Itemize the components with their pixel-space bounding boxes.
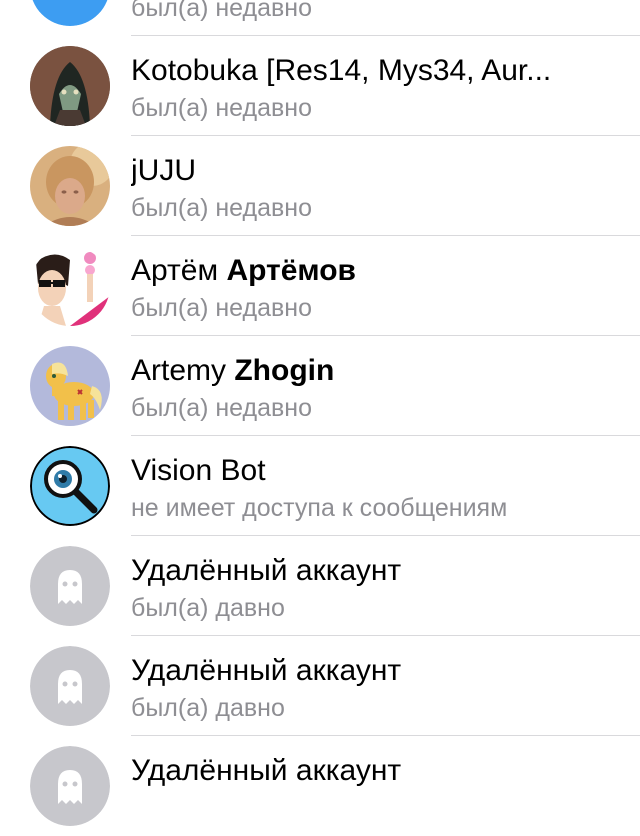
contact-status: был(а) недавно <box>131 0 313 22</box>
contact-row[interactable]: Artemy Zhogin был(а) недавно <box>0 336 640 436</box>
contact-name: Удалённый аккаунт <box>131 554 402 587</box>
pony-avatar <box>30 346 110 426</box>
contact-status: был(а) недавно <box>131 94 313 122</box>
contact-row[interactable]: Удалённый аккаунт <box>0 736 640 836</box>
contact-row[interactable]: Удалённый аккаунт был(а) давно <box>0 536 640 636</box>
contact-row[interactable]: был(а) недавно <box>0 0 640 36</box>
contact-row[interactable]: Vision Bot не имеет доступа к сообщениям <box>0 436 640 536</box>
contacts-list: был(а) недавно Kotobuka [Res14, Mys34, A… <box>0 0 640 836</box>
hooded-character-avatar <box>30 46 110 126</box>
contact-status: был(а) недавно <box>131 394 313 422</box>
contact-name: Vision Bot <box>131 454 266 487</box>
anime-character-avatar <box>30 246 110 326</box>
contact-status: был(а) недавно <box>131 194 313 222</box>
contact-status: был(а) давно <box>131 694 285 722</box>
ghost-icon <box>30 546 110 626</box>
contact-name: Artemy Zhogin <box>131 354 335 387</box>
blurred-girl-photo-avatar <box>30 146 110 226</box>
contact-row[interactable]: Удалённый аккаунт был(а) давно <box>0 636 640 736</box>
ghost-icon <box>30 746 110 826</box>
contact-status: был(а) давно <box>131 594 285 622</box>
contact-row[interactable]: Kotobuka [Res14, Mys34, Aur... был(а) не… <box>0 36 640 136</box>
contact-row[interactable]: Артём Артёмов был(а) недавно <box>0 236 640 336</box>
contact-name: Удалённый аккаунт <box>131 654 402 687</box>
contact-name: jUJU <box>131 154 196 187</box>
ghost-icon <box>30 646 110 726</box>
contact-row[interactable]: jUJU был(а) недавно <box>0 136 640 236</box>
contact-name: Kotobuka [Res14, Mys34, Aur... <box>131 54 552 87</box>
magnifier-eye-icon <box>30 446 110 526</box>
blue-circle-avatar <box>30 0 110 26</box>
contact-name: Артём Артёмов <box>131 254 356 287</box>
contact-name: Удалённый аккаунт <box>131 754 402 787</box>
contact-status: не имеет доступа к сообщениям <box>131 494 508 522</box>
contact-status: был(а) недавно <box>131 294 313 322</box>
